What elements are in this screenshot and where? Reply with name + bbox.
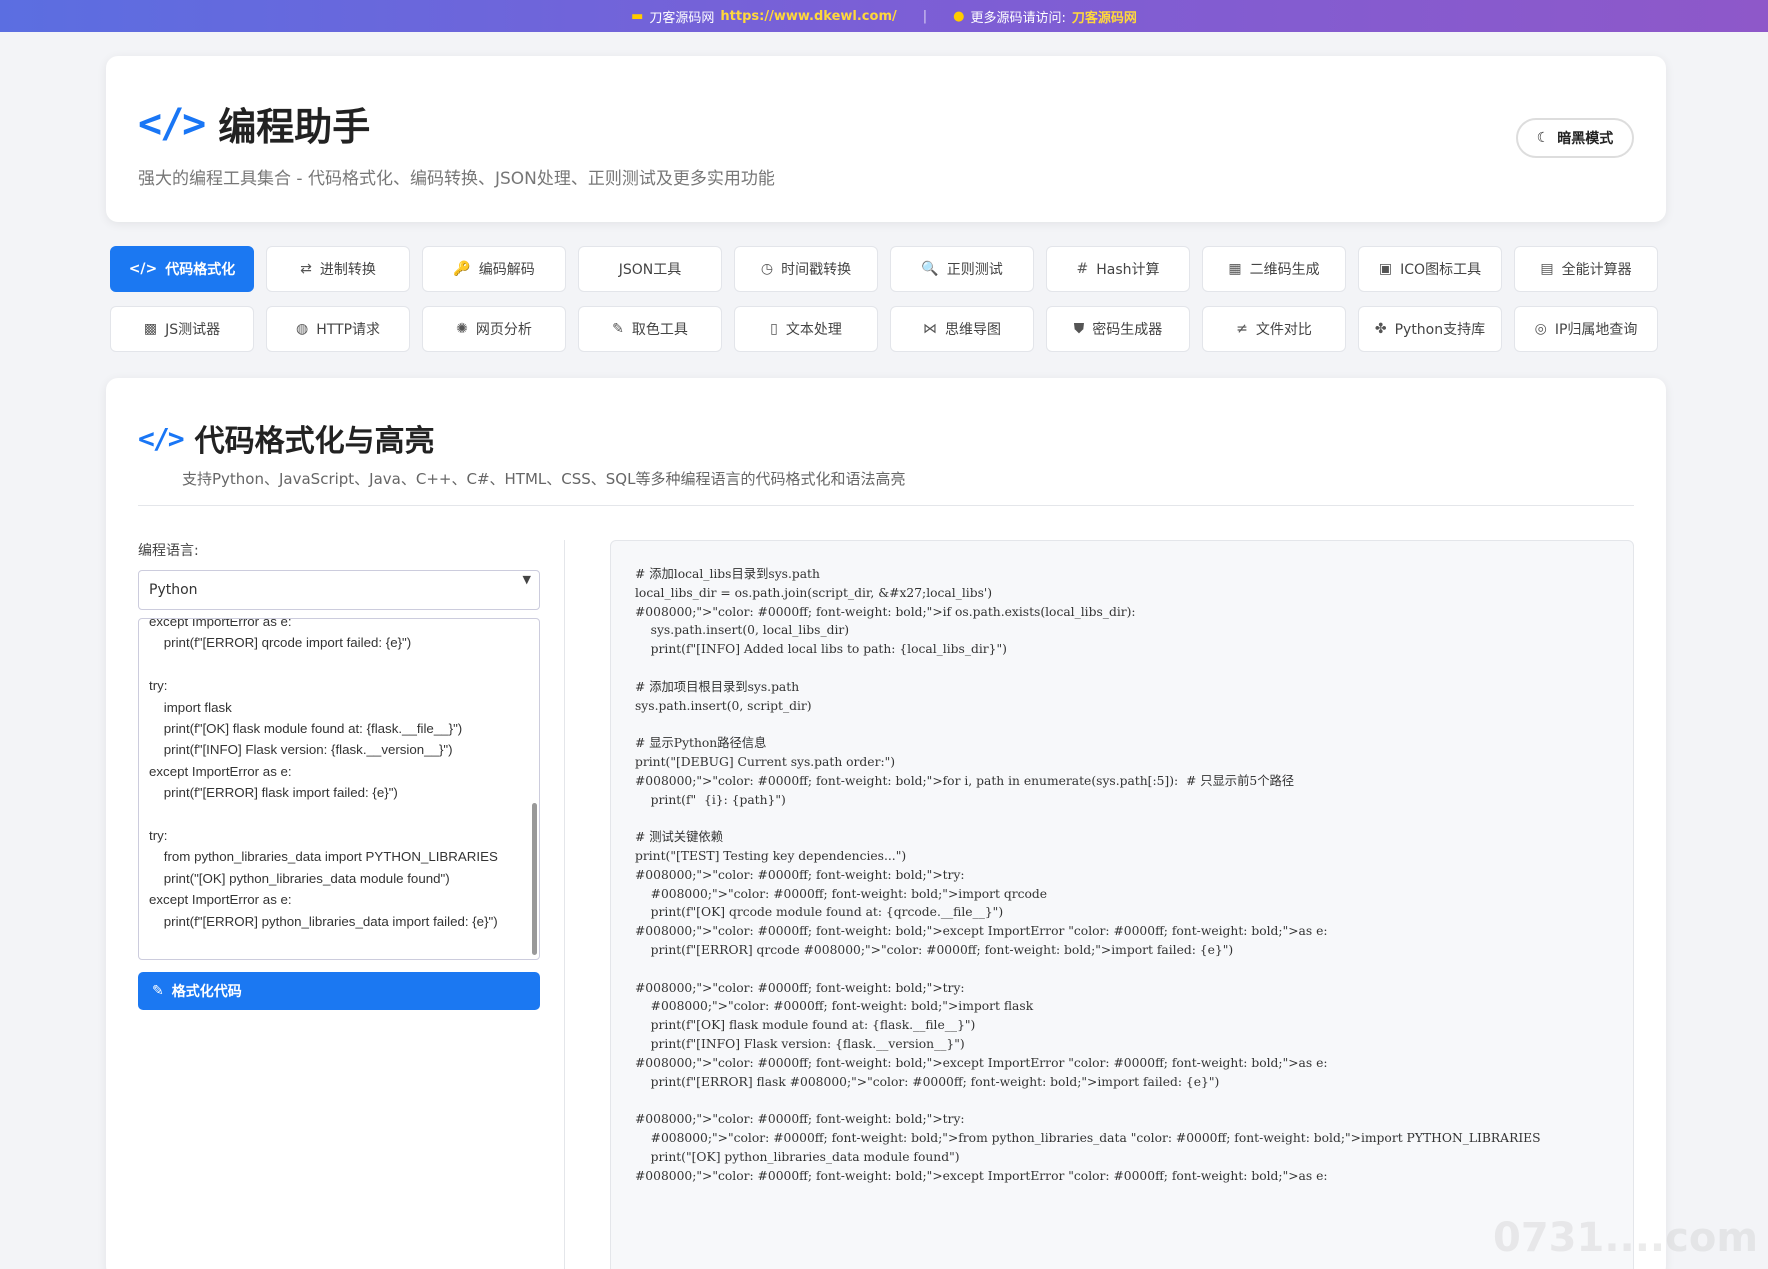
- watermark: 0731....com: [1493, 1215, 1758, 1261]
- tab-tool-18[interactable]: ✤ Python支持库: [1358, 306, 1502, 352]
- tab-tool-19[interactable]: ◎ IP归属地查询: [1514, 306, 1658, 352]
- tool-icon: 🔍: [921, 261, 939, 277]
- tab-tool-2[interactable]: 🔑 编码解码: [422, 246, 566, 292]
- tool-icon: 🔑: [453, 261, 471, 277]
- section-description: 支持Python、JavaScript、Java、C++、C#、HTML、CSS…: [182, 470, 906, 488]
- dark-mode-button[interactable]: ☾ 暗黑模式: [1516, 118, 1634, 158]
- editor-scrollbar[interactable]: [532, 803, 537, 955]
- header-card: </> 编程助手 强大的编程工具集合 - 代码格式化、编码转换、JSON处理、正…: [106, 56, 1666, 222]
- tab-tool-9[interactable]: ▤ 全能计算器: [1514, 246, 1658, 292]
- tool-icon: ◎: [1534, 321, 1547, 337]
- tool-icon: ⛊: [1073, 321, 1085, 337]
- tool-icon: ▦: [1228, 261, 1242, 277]
- tool-icon: ▯: [770, 321, 778, 337]
- tab-tool-6[interactable]: # Hash计算: [1046, 246, 1190, 292]
- tab-tool-10[interactable]: ▩ JS测试器: [110, 306, 254, 352]
- tool-tabs: </> 代码格式化 ⇄ 进制转换 🔑 编码解码 JSON工具 ◷ 时间戳转换 🔍 正则测试 # Hash…: [110, 246, 1662, 352]
- tool-label: 取色工具: [631, 322, 688, 338]
- tab-tool-17[interactable]: ≠ 文件对比: [1202, 306, 1346, 352]
- tool-label: 代码格式化: [165, 262, 236, 278]
- more-text: 更多源码请访问:: [970, 10, 1066, 26]
- more-link[interactable]: 刀客源码网: [1072, 7, 1137, 26]
- tool-icon: ◷: [760, 261, 774, 277]
- language-label: 编程语言:: [138, 543, 199, 559]
- tool-icon: ⋈: [923, 321, 937, 337]
- section-title: 代码格式化与高亮: [194, 424, 435, 459]
- language-value: Python: [149, 582, 198, 598]
- format-code-label: 格式化代码: [171, 984, 242, 1000]
- tab-tool-11[interactable]: ◍ HTTP请求: [266, 306, 410, 352]
- code-input-text: except ImportError as e: print(f"[ERROR]…: [149, 618, 498, 929]
- pane-divider: [564, 540, 565, 1269]
- format-code-button[interactable]: ✎ 格式化代码: [138, 972, 540, 1010]
- tool-label: ICO图标工具: [1400, 262, 1482, 278]
- dark-mode-label: 暗黑模式: [1557, 131, 1614, 147]
- tool-icon: ▩: [143, 321, 158, 337]
- tool-icon: ✤: [1374, 321, 1387, 337]
- tab-tool-16[interactable]: ⛊ 密码生成器: [1046, 306, 1190, 352]
- tool-label: JSON工具: [618, 262, 682, 278]
- tool-label: 编码解码: [478, 262, 535, 278]
- tool-label: 网页分析: [475, 322, 532, 338]
- tool-label: IP归属地查询: [1554, 322, 1638, 338]
- tab-tool-0[interactable]: </> 代码格式化: [110, 246, 254, 292]
- tab-tool-8[interactable]: ▣ ICO图标工具: [1358, 246, 1502, 292]
- site-name: 刀客源码网: [649, 10, 715, 26]
- tool-label: 时间戳转换: [781, 262, 852, 278]
- tab-tool-13[interactable]: ✎ 取色工具: [578, 306, 722, 352]
- tool-label: 进制转换: [319, 262, 376, 278]
- code-output-text: # 添加local_libs目录到sys.path local_libs_dir…: [635, 567, 1541, 1183]
- tool-icon: #: [1076, 261, 1089, 277]
- top-banner: ▬ 刀客源码网 https://www.dkewl.com/ | ● 更多源码请…: [0, 0, 1768, 32]
- tab-tool-3[interactable]: JSON工具: [578, 246, 722, 292]
- main-card: </> 代码格式化与高亮 支持Python、JavaScript、Java、C+…: [106, 378, 1666, 1269]
- tool-label: Hash计算: [1096, 262, 1160, 278]
- language-select[interactable]: Python ▼: [138, 570, 540, 610]
- tab-tool-15[interactable]: ⋈ 思维导图: [890, 306, 1034, 352]
- tool-label: 文件对比: [1255, 322, 1312, 338]
- qq-icon: ●: [953, 8, 965, 24]
- code-output: # 添加local_libs目录到sys.path local_libs_dir…: [610, 540, 1634, 1269]
- tool-icon: ◍: [295, 321, 309, 337]
- header-title-row: </> 编程助手: [138, 96, 370, 151]
- tab-tool-12[interactable]: ✺ 网页分析: [422, 306, 566, 352]
- page-title: 编程助手: [218, 105, 371, 149]
- tool-icon: ≠: [1236, 321, 1248, 337]
- tool-label: HTTP请求: [316, 322, 381, 338]
- tool-label: 密码生成器: [1092, 322, 1163, 338]
- banner-divider: |: [922, 8, 928, 24]
- input-pane: 编程语言: Python ▼ except ImportError as e: …: [138, 540, 540, 1010]
- tool-icon: </>: [128, 261, 158, 277]
- moon-icon: ☾: [1536, 130, 1550, 146]
- tool-icon: ✎: [612, 321, 624, 337]
- code-icon: </>: [138, 100, 206, 147]
- tool-label: 思维导图: [945, 322, 1001, 338]
- tab-tool-5[interactable]: 🔍 正则测试: [890, 246, 1034, 292]
- tool-label: 正则测试: [946, 262, 1003, 278]
- tool-label: 文本处理: [785, 322, 842, 338]
- tool-icon: ▤: [1540, 261, 1554, 277]
- section-title-row: </> 代码格式化与高亮: [138, 416, 435, 460]
- site-url-link[interactable]: https://www.dkewl.com/: [720, 9, 896, 24]
- code-input[interactable]: except ImportError as e: print(f"[ERROR]…: [138, 618, 540, 960]
- tab-tool-1[interactable]: ⇄ 进制转换: [266, 246, 410, 292]
- tab-tool-14[interactable]: ▯ 文本处理: [734, 306, 878, 352]
- tool-label: 二维码生成: [1249, 262, 1320, 278]
- tool-label: JS测试器: [165, 322, 221, 338]
- tool-icon: ▣: [1378, 261, 1393, 277]
- section-divider: [138, 505, 1634, 506]
- tool-icon: ✺: [456, 321, 468, 337]
- tool-label: Python支持库: [1394, 322, 1486, 338]
- chevron-down-icon: ▼: [522, 573, 531, 586]
- pencil-icon: ✎: [152, 983, 164, 999]
- code-icon: </>: [138, 421, 185, 455]
- folder-icon: ▬: [631, 8, 644, 24]
- tab-tool-4[interactable]: ◷ 时间戳转换: [734, 246, 878, 292]
- page-subtitle: 强大的编程工具集合 - 代码格式化、编码转换、JSON处理、正则测试及更多实用功…: [138, 169, 775, 189]
- tab-tool-7[interactable]: ▦ 二维码生成: [1202, 246, 1346, 292]
- tool-icon: ⇄: [300, 261, 312, 277]
- tool-label: 全能计算器: [1561, 262, 1632, 278]
